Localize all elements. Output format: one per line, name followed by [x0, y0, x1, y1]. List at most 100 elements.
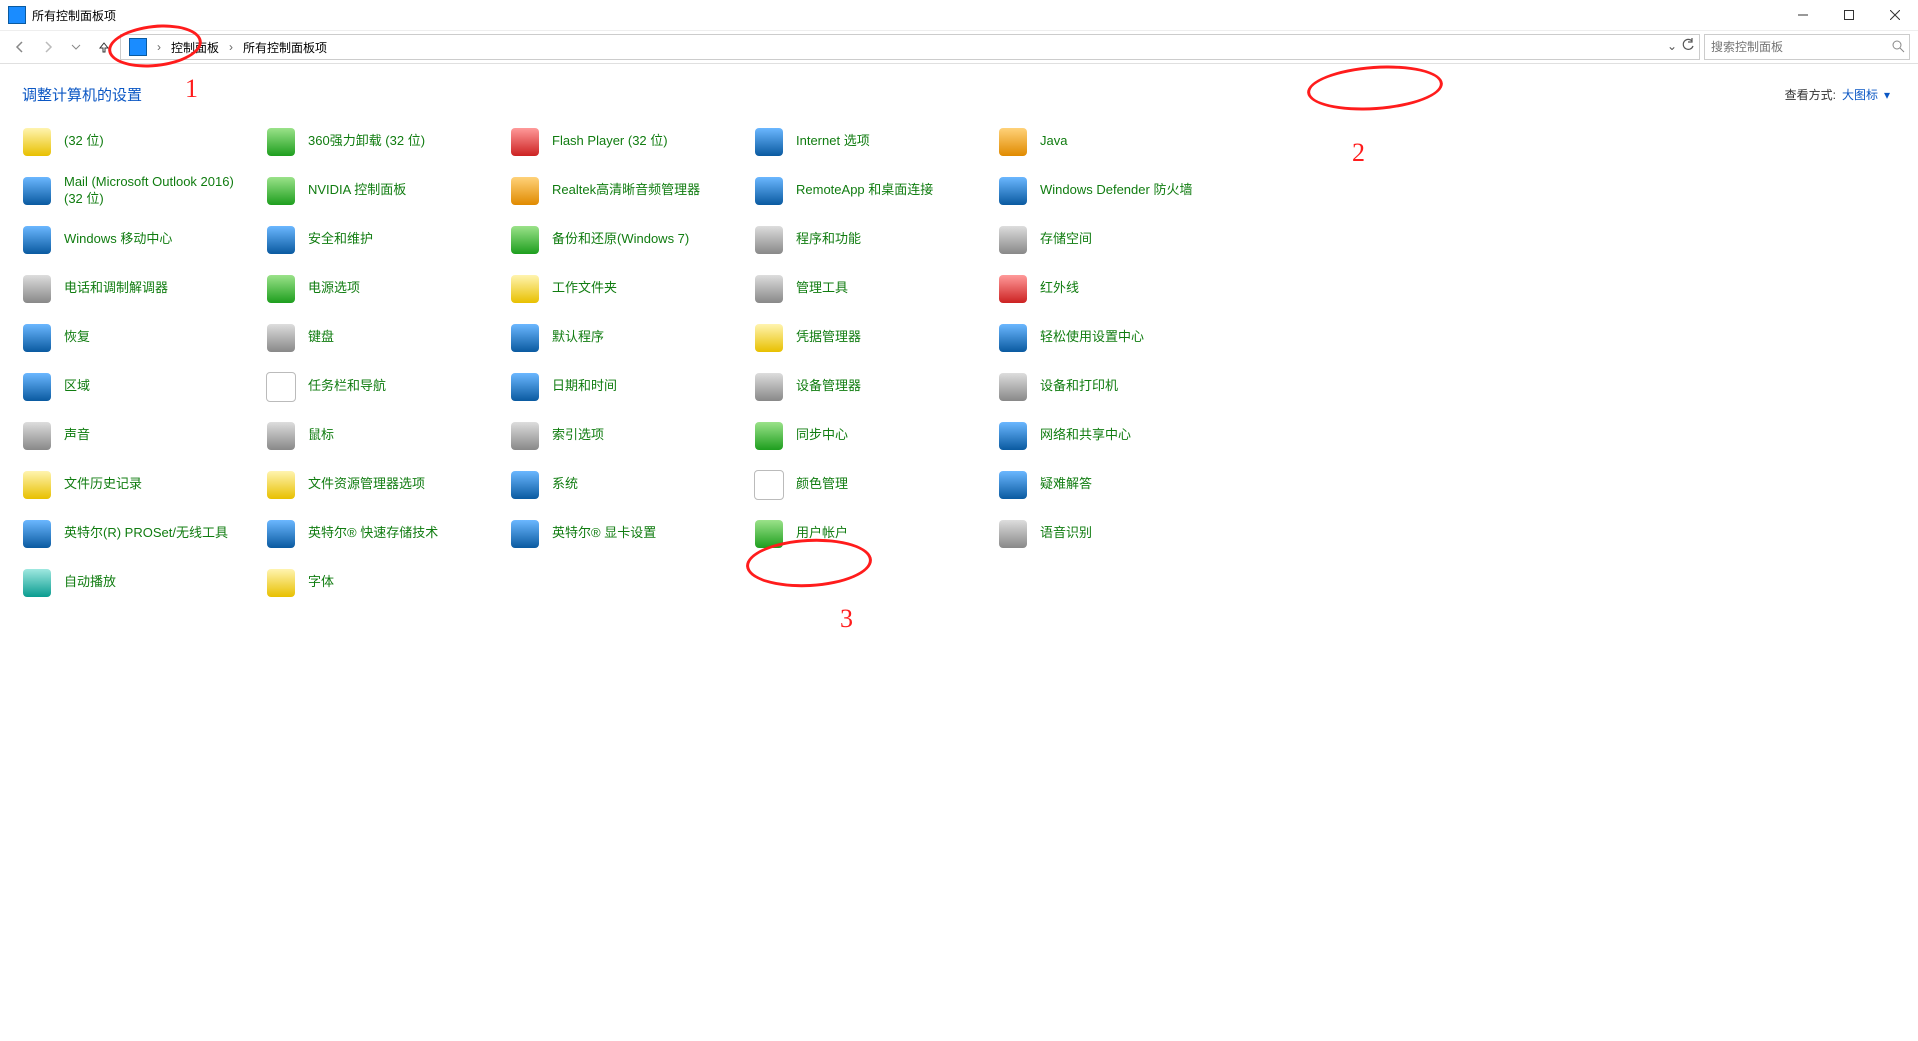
- view-mode-selector[interactable]: 查看方式: 大图标 ▾: [1785, 86, 1890, 103]
- cp-item-label: 系统: [552, 476, 578, 493]
- cp-item-phone-modem[interactable]: 电话和调制解调器: [20, 264, 264, 313]
- cp-item-intel-graphics[interactable]: 英特尔® 显卡设置: [508, 509, 752, 558]
- work-folders-icon: [508, 272, 542, 306]
- cp-item-troubleshooting[interactable]: 疑难解答: [996, 460, 1240, 509]
- cp-item-sound[interactable]: 声音: [20, 411, 264, 460]
- cp-item-nvidia[interactable]: NVIDIA 控制面板: [264, 166, 508, 215]
- cp-item-intel-rst[interactable]: 英特尔® 快速存储技术: [264, 509, 508, 558]
- address-dropdown-icon[interactable]: ⌄: [1667, 39, 1677, 53]
- cp-item-sync-center[interactable]: 同步中心: [752, 411, 996, 460]
- cp-item-recovery[interactable]: 恢复: [20, 313, 264, 362]
- admin-tools-icon: [752, 272, 786, 306]
- cp-item-security-maintenance[interactable]: 安全和维护: [264, 215, 508, 264]
- cp-item-mail[interactable]: Mail (Microsoft Outlook 2016) (32 位): [20, 166, 264, 215]
- forward-button[interactable]: [36, 35, 60, 59]
- flash-icon: [508, 125, 542, 159]
- control-panel-icon: [129, 38, 147, 56]
- address-bar[interactable]: › 控制面板 › 所有控制面板项 ⌄: [120, 34, 1700, 60]
- 360-uninstall-icon: [264, 125, 298, 159]
- cp-item-color-management[interactable]: 颜色管理: [752, 460, 996, 509]
- cp-item-default-programs[interactable]: 默认程序: [508, 313, 752, 362]
- cp-item-360-uninstall[interactable]: 360强力卸载 (32 位): [264, 117, 508, 166]
- search-box[interactable]: [1704, 34, 1910, 60]
- cp-item-autoplay[interactable]: 自动播放: [20, 558, 264, 607]
- titlebar: 所有控制面板项: [0, 0, 1918, 31]
- cp-item-mobility-center[interactable]: Windows 移动中心: [20, 215, 264, 264]
- devices-printers-icon: [996, 370, 1030, 404]
- cp-item-java[interactable]: Java: [996, 117, 1240, 166]
- sound-icon: [20, 419, 54, 453]
- cp-item-ease-of-access[interactable]: 轻松使用设置中心: [996, 313, 1240, 362]
- breadcrumb-root[interactable]: 控制面板: [167, 37, 223, 58]
- keyboard-icon: [264, 321, 298, 355]
- cp-item-defender-firewall[interactable]: Windows Defender 防火墙: [996, 166, 1240, 215]
- recovery-icon: [20, 321, 54, 355]
- breadcrumb-separator-icon: ›: [153, 40, 165, 54]
- cp-item-keyboard[interactable]: 键盘: [264, 313, 508, 362]
- back-button[interactable]: [8, 35, 32, 59]
- remoteapp-icon: [752, 174, 786, 208]
- nvidia-icon: [264, 174, 298, 208]
- power-options-icon: [264, 272, 298, 306]
- cp-item-label: 键盘: [308, 329, 334, 346]
- recent-locations-button[interactable]: [64, 35, 88, 59]
- mouse-icon: [264, 419, 298, 453]
- defender-firewall-icon: [996, 174, 1030, 208]
- cp-item-programs-features[interactable]: 程序和功能: [752, 215, 996, 264]
- system-icon: [508, 468, 542, 502]
- cp-item-user-accounts[interactable]: 用户帐户: [752, 509, 996, 558]
- cp-item-indexing-options[interactable]: 索引选项: [508, 411, 752, 460]
- cp-item-work-folders[interactable]: 工作文件夹: [508, 264, 752, 313]
- cp-item-infrared[interactable]: 红外线: [996, 264, 1240, 313]
- close-button[interactable]: [1872, 0, 1918, 30]
- cp-item-region[interactable]: 区域: [20, 362, 264, 411]
- cp-item-network-sharing[interactable]: 网络和共享中心: [996, 411, 1240, 460]
- cp-item-remoteapp[interactable]: RemoteApp 和桌面连接: [752, 166, 996, 215]
- cp-item-mouse[interactable]: 鼠标: [264, 411, 508, 460]
- cp-item-power-options[interactable]: 电源选项: [264, 264, 508, 313]
- up-button[interactable]: [92, 35, 116, 59]
- breadcrumb-current[interactable]: 所有控制面板项: [239, 37, 331, 58]
- cp-item-system[interactable]: 系统: [508, 460, 752, 509]
- cp-item-explorer-options[interactable]: 文件资源管理器选项: [264, 460, 508, 509]
- cp-item-storage-spaces[interactable]: 存储空间: [996, 215, 1240, 264]
- cp-item-flash[interactable]: Flash Player (32 位): [508, 117, 752, 166]
- cp-item-label: 电话和调制解调器: [64, 280, 168, 297]
- cp-item-fonts[interactable]: 字体: [264, 558, 508, 607]
- speech-recognition-icon: [996, 517, 1030, 551]
- cp-item-generic-32bit[interactable]: (32 位): [20, 117, 264, 166]
- cp-item-label: 用户帐户: [796, 525, 848, 542]
- backup-restore-icon: [508, 223, 542, 257]
- cp-item-label: 文件历史记录: [64, 476, 142, 493]
- chevron-down-icon: ▾: [1884, 88, 1890, 102]
- device-manager-icon: [752, 370, 786, 404]
- cp-item-internet-options[interactable]: Internet 选项: [752, 117, 996, 166]
- java-icon: [996, 125, 1030, 159]
- window-title: 所有控制面板项: [32, 7, 1780, 24]
- cp-item-credential-manager[interactable]: 凭据管理器: [752, 313, 996, 362]
- cp-item-date-time[interactable]: 日期和时间: [508, 362, 752, 411]
- cp-item-admin-tools[interactable]: 管理工具: [752, 264, 996, 313]
- minimize-button[interactable]: [1780, 0, 1826, 30]
- cp-item-label: 设备管理器: [796, 378, 861, 395]
- refresh-button[interactable]: [1681, 38, 1695, 52]
- search-input[interactable]: [1709, 39, 1905, 55]
- cp-item-label: 备份和还原(Windows 7): [552, 231, 689, 248]
- maximize-button[interactable]: [1826, 0, 1872, 30]
- cp-item-file-history[interactable]: 文件历史记录: [20, 460, 264, 509]
- cp-item-backup-restore[interactable]: 备份和还原(Windows 7): [508, 215, 752, 264]
- cp-item-devices-printers[interactable]: 设备和打印机: [996, 362, 1240, 411]
- fonts-icon: [264, 566, 298, 600]
- cp-item-label: 设备和打印机: [1040, 378, 1118, 395]
- cp-item-intel-proset[interactable]: 英特尔(R) PROSet/无线工具: [20, 509, 264, 558]
- security-maintenance-icon: [264, 223, 298, 257]
- cp-item-label: 轻松使用设置中心: [1040, 329, 1144, 346]
- cp-item-speech-recognition[interactable]: 语音识别: [996, 509, 1240, 558]
- cp-item-realtek-audio[interactable]: Realtek高清晰音频管理器: [508, 166, 752, 215]
- cp-item-device-manager[interactable]: 设备管理器: [752, 362, 996, 411]
- navbar: › 控制面板 › 所有控制面板项 ⌄: [0, 31, 1918, 64]
- cp-item-label: 日期和时间: [552, 378, 617, 395]
- internet-options-icon: [752, 125, 786, 159]
- cp-item-taskbar-nav[interactable]: 任务栏和导航: [264, 362, 508, 411]
- cp-item-label: 英特尔(R) PROSet/无线工具: [64, 525, 228, 542]
